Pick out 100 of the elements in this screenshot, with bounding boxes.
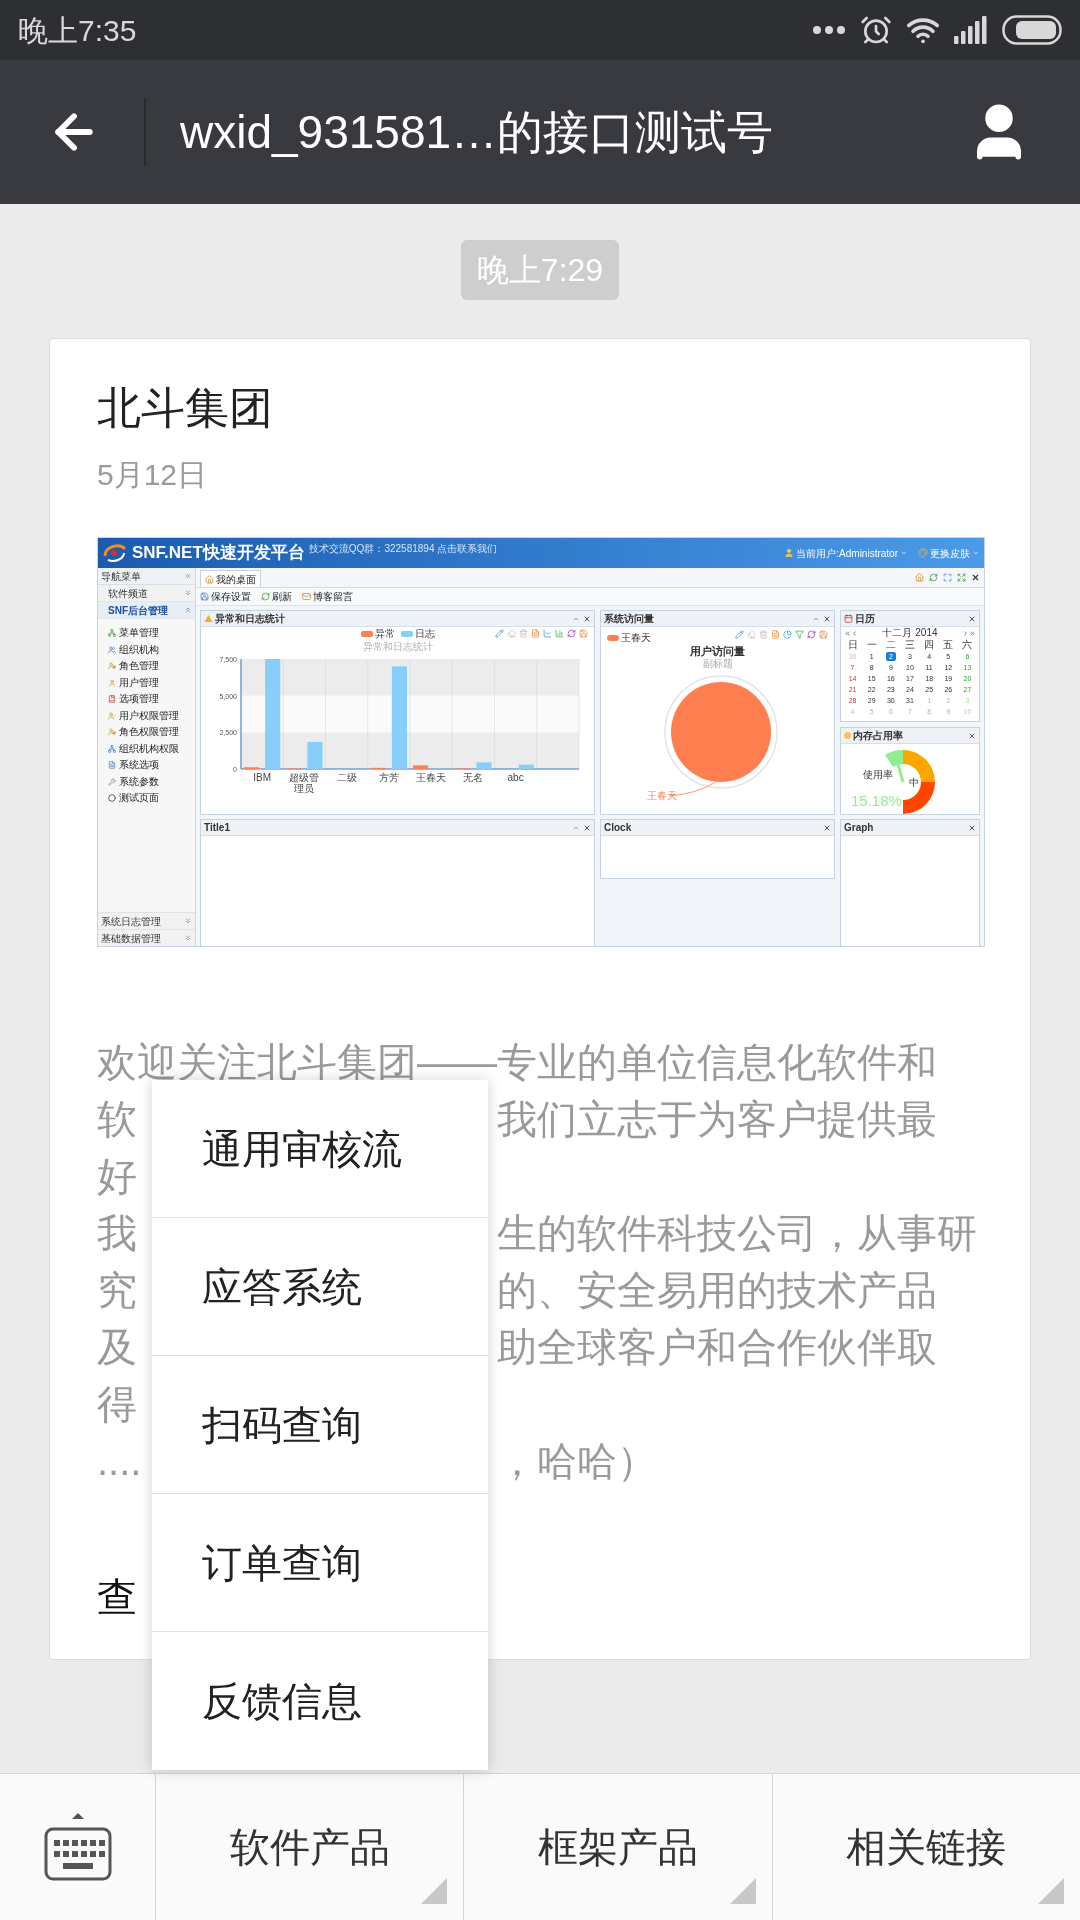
close-icon[interactable] xyxy=(823,614,831,623)
sidebar-section[interactable]: 软件频道 xyxy=(98,585,195,602)
qq-note: 技术交流QQ群：322581894 点击联系我们 xyxy=(308,542,498,556)
weekday-label: 三 xyxy=(904,639,916,651)
close-icon[interactable] xyxy=(968,614,976,623)
panel-title: 异常和日志统计 xyxy=(215,612,285,625)
sidebar-item[interactable]: 系统参数 xyxy=(108,773,195,790)
menu-item[interactable]: 订单查询 xyxy=(152,1494,488,1632)
trash-icon[interactable] xyxy=(759,630,768,639)
category-label: 超级管理员 xyxy=(289,772,320,794)
calendar-icon xyxy=(844,614,853,623)
tab[interactable]: 我的桌面 xyxy=(200,570,261,587)
sidebar-item[interactable]: 系统选项 xyxy=(108,757,195,774)
user-gear-icon xyxy=(108,662,116,671)
legend-swatch xyxy=(607,634,619,641)
sidebar-title: 导航菜单 xyxy=(101,569,141,584)
toolbar-button[interactable]: 保存设置 xyxy=(200,589,251,604)
maximize-icon[interactable] xyxy=(943,573,952,582)
close-icon[interactable] xyxy=(583,823,591,832)
sidebar-item[interactable]: 测试页面 xyxy=(108,790,195,807)
eraser-icon[interactable] xyxy=(747,630,756,639)
fullscreen-icon[interactable] xyxy=(957,573,966,582)
excerpt-text: 我 xyxy=(97,1210,137,1255)
weekday-label: 四 xyxy=(923,639,936,651)
previous-year-icon[interactable] xyxy=(844,629,851,637)
sidebar-section[interactable]: 基础数据管理 xyxy=(98,929,195,946)
menu-tab[interactable]: 相关链接 xyxy=(772,1774,1080,1920)
menu-tab[interactable]: 框架产品 xyxy=(464,1774,773,1920)
sidebar-item[interactable]: 菜单管理 xyxy=(108,625,195,642)
battery-icon xyxy=(1002,15,1062,45)
article-date: 5月12日 xyxy=(97,457,209,493)
menu-item[interactable]: 应答系统 xyxy=(152,1218,488,1356)
pencil-icon[interactable] xyxy=(495,629,504,638)
panel-title: 内存占用率 xyxy=(853,729,903,742)
read-more-link[interactable]: 查 xyxy=(97,1573,137,1621)
excerpt-text: 软 xyxy=(97,1096,137,1141)
save-icon[interactable] xyxy=(819,630,828,639)
category-label: 王春天 xyxy=(416,772,447,783)
sidebar-item[interactable]: 角色管理 xyxy=(108,658,195,675)
menu-item[interactable]: 通用审核流 xyxy=(152,1080,488,1218)
sidebar-item[interactable]: 组织机构 xyxy=(108,641,195,658)
weekday-label: 五 xyxy=(942,639,955,651)
bar-chart-icon[interactable] xyxy=(555,629,564,638)
warning-icon xyxy=(204,614,213,623)
next-month-icon[interactable] xyxy=(962,629,969,637)
previous-month-icon[interactable] xyxy=(851,629,858,637)
legend-label: 异常 xyxy=(374,628,395,640)
sidebar-section[interactable]: SNF后台管理 xyxy=(98,602,195,619)
sidebar-item[interactable]: 用户管理 xyxy=(108,674,195,691)
home-icon[interactable] xyxy=(915,573,924,582)
app-title: SNF.NET快速开发平台 xyxy=(132,543,305,563)
excerpt-text: ，哈哈） xyxy=(497,1437,657,1485)
close-icon[interactable] xyxy=(968,823,976,832)
refresh-icon[interactable] xyxy=(567,629,576,638)
weekday-label: 一 xyxy=(865,639,878,651)
home-icon xyxy=(205,574,214,584)
next-year-icon[interactable] xyxy=(969,629,976,637)
gauge-reading: 15.18% xyxy=(851,792,902,809)
toolbar-button[interactable]: 博客留言 xyxy=(302,589,353,604)
panel-title: Title1 xyxy=(204,821,230,834)
category-label: 方芳 xyxy=(378,772,399,783)
close-icon[interactable] xyxy=(968,731,976,740)
toolbar-button[interactable]: 刷新 xyxy=(261,589,292,604)
article-title: 北斗集团 xyxy=(97,382,274,434)
menu-item[interactable]: 反馈信息 xyxy=(152,1632,488,1770)
chevrons-down-icon xyxy=(184,917,192,925)
sidebar-item[interactable]: 角色权限管理 xyxy=(108,724,195,741)
refresh-icon xyxy=(261,592,270,601)
eraser-icon[interactable] xyxy=(507,629,516,638)
sidebar-item[interactable]: 用户权限管理 xyxy=(108,707,195,724)
sidebar-item[interactable]: 选项管理 xyxy=(108,691,195,708)
filter-icon[interactable] xyxy=(795,630,804,639)
calendar-month: 十二月 2014 xyxy=(882,627,938,639)
save-icon[interactable] xyxy=(579,629,588,638)
chart-title: 用户访问量 xyxy=(690,645,745,658)
sidebar-item[interactable]: 组织机构权限 xyxy=(108,740,195,757)
menu-tab[interactable]: 软件产品 xyxy=(156,1774,465,1920)
document-icon[interactable] xyxy=(771,630,780,639)
caret-icon[interactable] xyxy=(972,549,980,557)
bar xyxy=(413,765,429,769)
refresh-icon[interactable] xyxy=(929,573,938,582)
caret-icon[interactable] xyxy=(900,549,908,557)
menu-item[interactable]: 扫码查询 xyxy=(152,1356,488,1494)
close-icon[interactable] xyxy=(971,573,980,582)
line-chart-icon[interactable] xyxy=(543,629,552,638)
excerpt-text: 得 xyxy=(97,1380,137,1428)
sidebar-section[interactable]: 系统日志管理 xyxy=(98,912,195,929)
user-gear-icon xyxy=(108,728,116,737)
excerpt-text: 好 xyxy=(97,1152,137,1200)
close-icon[interactable] xyxy=(583,614,591,623)
close-icon[interactable] xyxy=(823,823,831,832)
collapse-icon[interactable] xyxy=(184,572,192,580)
document-icon[interactable] xyxy=(531,629,540,638)
pencil-icon[interactable] xyxy=(735,630,744,639)
pie-chart-icon[interactable] xyxy=(783,630,792,639)
refresh-icon[interactable] xyxy=(807,630,816,639)
bar xyxy=(307,741,323,769)
trash-icon[interactable] xyxy=(519,629,528,638)
excerpt-text: 助全球客户和合作伙伴取 xyxy=(497,1323,937,1371)
book-icon xyxy=(108,695,116,704)
